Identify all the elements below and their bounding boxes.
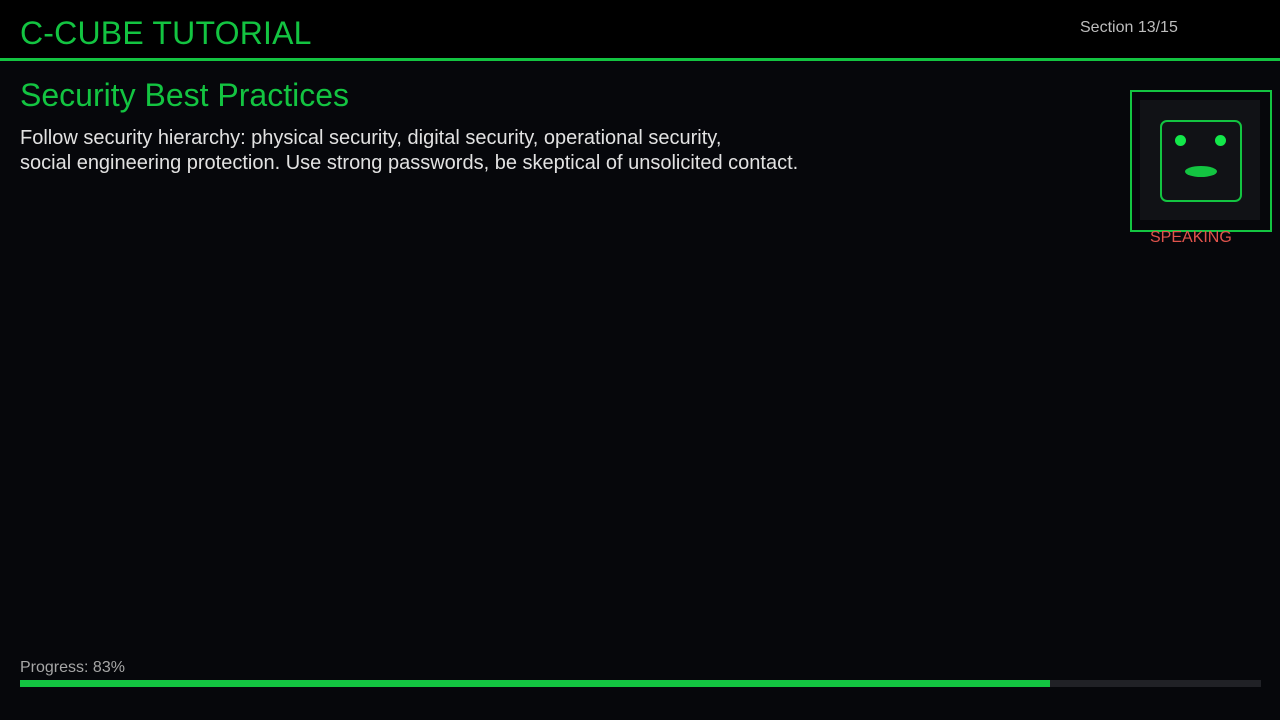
avatar-screen xyxy=(1140,100,1260,220)
avatar-panel xyxy=(1130,90,1272,232)
avatar-status: SPEAKING xyxy=(1150,229,1232,246)
section-body-line: social engineering protection. Use stron… xyxy=(20,152,799,174)
section-counter: Section 13/15 xyxy=(1080,19,1178,36)
robot-face-icon xyxy=(1160,120,1242,202)
tutorial-screen: C-CUBE TUTORIAL Section 13/15 Security B… xyxy=(0,0,1280,720)
right-eye-icon xyxy=(1215,135,1226,146)
section-body-line: Follow security hierarchy: physical secu… xyxy=(20,127,722,149)
progress-label: Progress: 83% xyxy=(20,659,125,676)
header-bar: C-CUBE TUTORIAL Section 13/15 xyxy=(0,0,1280,61)
section-body: Follow security hierarchy: physical secu… xyxy=(20,126,920,176)
left-eye-icon xyxy=(1175,135,1186,146)
app-title: C-CUBE TUTORIAL xyxy=(20,15,312,51)
progress-fill xyxy=(20,680,1051,687)
mouth-icon xyxy=(1185,166,1217,177)
section-title: Security Best Practices xyxy=(20,77,349,113)
progress-bar xyxy=(20,680,1261,687)
